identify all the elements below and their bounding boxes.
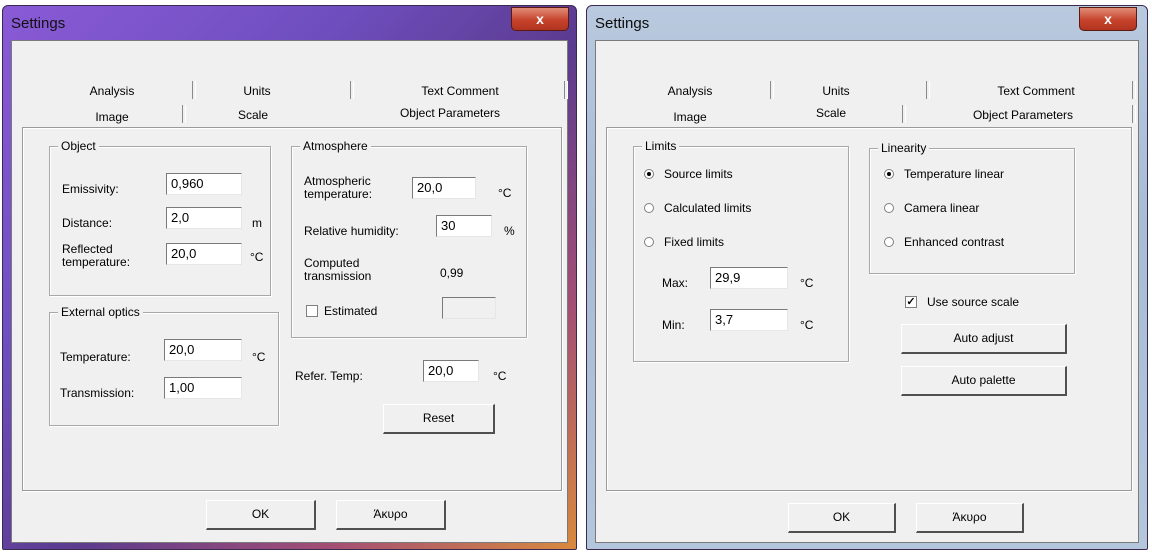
auto-palette-button[interactable]: Auto palette bbox=[901, 366, 1067, 396]
transmission-field[interactable]: 1,00 bbox=[164, 377, 242, 399]
optics-temperature-label: Temperature: bbox=[60, 350, 131, 364]
limits-group: Limits Source limits Calculated limits F… bbox=[633, 139, 849, 362]
close-button[interactable]: x bbox=[1079, 7, 1137, 31]
settings-window-scale: Settings x Analysis Units Text Comment I… bbox=[586, 5, 1148, 550]
atmospheric-temperature-field[interactable]: 20,0 bbox=[412, 177, 476, 199]
calculated-limits-radio[interactable] bbox=[644, 203, 654, 213]
max-field[interactable]: 29,9 bbox=[710, 267, 788, 289]
title-bar[interactable]: Settings x bbox=[3, 6, 576, 40]
camera-linear-label: Camera linear bbox=[904, 201, 980, 215]
tab-image[interactable]: Image bbox=[640, 107, 740, 127]
external-optics-group-title: External optics bbox=[58, 305, 143, 319]
enhanced-contrast-label: Enhanced contrast bbox=[904, 235, 1005, 249]
max-unit: °C bbox=[800, 276, 814, 290]
tab-units[interactable]: Units bbox=[796, 81, 876, 101]
optics-temperature-field[interactable]: 20,0 bbox=[164, 339, 242, 361]
tab-image[interactable]: Image bbox=[62, 107, 162, 127]
computed-transmission-label: Computed transmission bbox=[304, 256, 372, 283]
tab-text-comment[interactable]: Text Comment bbox=[966, 81, 1106, 101]
dialog-client: Analysis Units Text Comment Image Scale … bbox=[595, 40, 1139, 543]
settings-window-object-parameters: Settings x Analysis Units Text Comment I… bbox=[2, 5, 577, 550]
cancel-button[interactable]: Άκυρο bbox=[336, 500, 446, 530]
reflected-temperature-unit: °C bbox=[250, 250, 264, 264]
tab-units[interactable]: Units bbox=[217, 81, 297, 101]
atmospheric-temperature-label: Atmospheric temperature: bbox=[304, 174, 373, 201]
tab-analysis[interactable]: Analysis bbox=[62, 81, 162, 101]
emissivity-label: Emissivity: bbox=[62, 182, 119, 196]
distance-label: Distance: bbox=[62, 216, 113, 230]
calculated-limits-label: Calculated limits bbox=[664, 201, 752, 215]
refer-temp-label: Refer. Temp: bbox=[295, 369, 363, 383]
tab-analysis[interactable]: Analysis bbox=[640, 81, 740, 101]
source-limits-radio[interactable] bbox=[644, 169, 654, 179]
close-button[interactable]: x bbox=[511, 7, 569, 31]
computed-transmission-value: 0,99 bbox=[440, 266, 464, 280]
tab-object-parameters[interactable]: Object Parameters bbox=[380, 103, 520, 123]
fixed-limits-label: Fixed limits bbox=[664, 235, 725, 249]
fixed-limits-radio[interactable] bbox=[644, 237, 654, 247]
temperature-linear-label: Temperature linear bbox=[904, 167, 1005, 181]
object-group-title: Object bbox=[58, 139, 99, 153]
tab-scale[interactable]: Scale bbox=[208, 105, 298, 125]
cancel-button[interactable]: Άκυρο bbox=[916, 503, 1024, 533]
relative-humidity-label: Relative humidity: bbox=[304, 224, 399, 238]
estimated-checkbox[interactable] bbox=[306, 305, 318, 317]
tab-separator bbox=[350, 81, 354, 99]
atmosphere-group: Atmosphere Atmospheric temperature: 20,0… bbox=[291, 139, 527, 338]
refer-temp-field[interactable]: 20,0 bbox=[423, 360, 479, 382]
reset-button[interactable]: Reset bbox=[383, 404, 495, 434]
source-limits-label: Source limits bbox=[664, 167, 733, 181]
transmission-label: Transmission: bbox=[60, 386, 135, 400]
min-field[interactable]: 3,7 bbox=[710, 309, 788, 331]
use-source-scale-label: Use source scale bbox=[927, 295, 1020, 309]
min-unit: °C bbox=[800, 318, 814, 332]
tab-object-parameters[interactable]: Object Parameters bbox=[948, 105, 1098, 125]
tab-separator bbox=[926, 81, 930, 99]
max-label: Max: bbox=[662, 276, 689, 290]
ok-button[interactable]: OK bbox=[206, 500, 316, 530]
atmospheric-temperature-unit: °C bbox=[498, 186, 512, 200]
tab-panel: Object Emissivity: 0,960 Distance: 2,0 m… bbox=[22, 127, 562, 491]
dialog-client: Analysis Units Text Comment Image Scale … bbox=[11, 40, 568, 543]
enhanced-contrast-radio[interactable] bbox=[884, 237, 894, 247]
temperature-linear-radio[interactable] bbox=[884, 169, 894, 179]
distance-field[interactable]: 2,0 bbox=[166, 207, 242, 229]
tab-scale[interactable]: Scale bbox=[786, 103, 876, 123]
limits-group-title: Limits bbox=[642, 139, 680, 153]
tab-separator bbox=[182, 105, 186, 123]
tab-separator bbox=[1132, 81, 1136, 99]
atmosphere-group-title: Atmosphere bbox=[300, 139, 371, 153]
tab-panel: Limits Source limits Calculated limits F… bbox=[606, 127, 1132, 491]
linearity-group-title: Linearity bbox=[878, 141, 930, 155]
title-bar[interactable]: Settings x bbox=[587, 6, 1147, 40]
relative-humidity-field[interactable]: 30 bbox=[436, 215, 492, 237]
tab-text-comment[interactable]: Text Comment bbox=[390, 81, 530, 101]
optics-temperature-unit: °C bbox=[252, 350, 266, 364]
tab-separator bbox=[1132, 105, 1136, 123]
refer-temp-unit: °C bbox=[493, 369, 507, 383]
tab-separator bbox=[902, 105, 906, 123]
relative-humidity-unit: % bbox=[504, 224, 515, 238]
camera-linear-radio[interactable] bbox=[884, 203, 894, 213]
tab-separator bbox=[564, 81, 568, 99]
estimated-label: Estimated bbox=[324, 304, 378, 318]
use-source-scale-checkbox[interactable]: ✓ bbox=[905, 296, 917, 308]
auto-adjust-button[interactable]: Auto adjust bbox=[901, 324, 1067, 354]
emissivity-field[interactable]: 0,960 bbox=[166, 173, 242, 195]
window-title: Settings bbox=[595, 15, 650, 32]
tab-separator bbox=[192, 81, 196, 99]
ok-button[interactable]: OK bbox=[788, 503, 896, 533]
external-optics-group: External optics Temperature: 20,0 °C Tra… bbox=[49, 305, 279, 426]
estimated-field[interactable] bbox=[442, 297, 496, 319]
object-group: Object Emissivity: 0,960 Distance: 2,0 m… bbox=[49, 139, 271, 296]
reflected-temperature-label: Reflected temperature: bbox=[62, 242, 131, 269]
distance-unit: m bbox=[252, 216, 262, 230]
window-title: Settings bbox=[11, 15, 66, 32]
min-label: Min: bbox=[662, 318, 685, 332]
reflected-temperature-field[interactable]: 20,0 bbox=[166, 243, 242, 265]
tab-separator bbox=[770, 81, 774, 99]
linearity-group: Linearity Temperature linear Camera line… bbox=[869, 141, 1075, 274]
